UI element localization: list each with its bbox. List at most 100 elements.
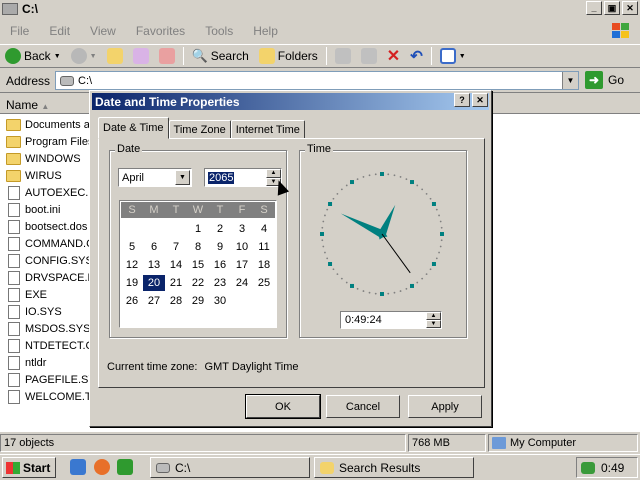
calendar-day[interactable]: 30 bbox=[209, 293, 231, 309]
calendar-day[interactable]: 25 bbox=[253, 275, 275, 291]
calendar-day[interactable]: 9 bbox=[209, 239, 231, 255]
calendar-day[interactable]: 29 bbox=[187, 293, 209, 309]
calendar-day[interactable]: 23 bbox=[209, 275, 231, 291]
calendar-day[interactable]: 11 bbox=[253, 239, 275, 255]
file-list-item[interactable]: NTDETECT.CO bbox=[6, 337, 90, 354]
calendar-day[interactable]: 8 bbox=[187, 239, 209, 255]
calendar-day[interactable]: 19 bbox=[121, 275, 143, 291]
quicklaunch-media-icon[interactable] bbox=[94, 459, 110, 475]
tab-time-zone[interactable]: Time Zone bbox=[168, 120, 231, 139]
calendar-day[interactable]: 28 bbox=[165, 293, 187, 309]
delete-button[interactable]: ✕ bbox=[382, 45, 405, 67]
go-button[interactable]: ➜ Go bbox=[585, 71, 624, 89]
calendar-day[interactable]: 26 bbox=[121, 293, 143, 309]
task-explorer[interactable]: C:\ bbox=[150, 457, 310, 478]
calendar-day[interactable]: 18 bbox=[253, 257, 275, 273]
calendar-day[interactable]: 10 bbox=[231, 239, 253, 255]
toolbar-button-a[interactable] bbox=[128, 45, 154, 67]
task-search-results[interactable]: Search Results bbox=[314, 457, 474, 478]
time-spinner[interactable]: 0:49:24 ▲ ▼ bbox=[340, 311, 442, 329]
file-list-item[interactable]: CONFIG.SYS bbox=[6, 252, 90, 269]
search-icon: 🔍 bbox=[191, 48, 208, 63]
calendar-day[interactable]: 1 bbox=[187, 221, 209, 237]
calendar-day[interactable]: 5 bbox=[121, 239, 143, 255]
quicklaunch-ie-icon[interactable] bbox=[70, 459, 86, 475]
toolbar-button-b[interactable] bbox=[154, 45, 180, 67]
column-header-name[interactable]: Name ▲ bbox=[0, 98, 49, 112]
tab-date-time[interactable]: Date & Time bbox=[98, 117, 169, 139]
apply-button[interactable]: Apply bbox=[408, 395, 482, 418]
calendar-day[interactable]: 12 bbox=[121, 257, 143, 273]
file-list-item[interactable]: IO.SYS bbox=[6, 303, 90, 320]
maximize-button[interactable]: ▣ bbox=[604, 1, 620, 15]
system-tray: 0:49 bbox=[576, 457, 638, 478]
address-input[interactable]: C:\ ▼ bbox=[55, 71, 579, 90]
folders-button[interactable]: Folders bbox=[254, 45, 323, 67]
calendar-day[interactable]: 6 bbox=[143, 239, 165, 255]
copy-to-button[interactable] bbox=[356, 45, 382, 67]
calendar-day[interactable]: 27 bbox=[143, 293, 165, 309]
file-list-item[interactable]: MSDOS.SYS bbox=[6, 320, 90, 337]
file-list-item[interactable]: EXE bbox=[6, 286, 90, 303]
year-up-button[interactable]: ▲ bbox=[266, 169, 281, 178]
menu-help[interactable]: Help bbox=[243, 24, 288, 38]
clock-minute-mark bbox=[435, 208, 438, 211]
start-button[interactable]: Start bbox=[2, 457, 56, 478]
file-list-item[interactable]: WINDOWS bbox=[6, 150, 90, 167]
file-list-item[interactable]: Program Files bbox=[6, 133, 90, 150]
file-list-item[interactable]: PAGEFILE.SYS bbox=[6, 371, 90, 388]
file-list-item[interactable]: AUTOEXEC.BA bbox=[6, 184, 90, 201]
undo-button[interactable]: ↶ bbox=[405, 45, 428, 67]
time-up-button[interactable]: ▲ bbox=[426, 312, 441, 320]
calendar-day[interactable]: 14 bbox=[165, 257, 187, 273]
calendar-day[interactable]: 17 bbox=[231, 257, 253, 273]
file-list-item[interactable]: Documents an bbox=[6, 116, 90, 133]
calendar-day[interactable]: 24 bbox=[231, 275, 253, 291]
menu-view[interactable]: View bbox=[80, 24, 126, 38]
calendar-day[interactable]: 2 bbox=[209, 221, 231, 237]
calendar-day-selected[interactable]: 20 bbox=[143, 275, 165, 291]
month-select[interactable]: April ▼ bbox=[118, 168, 192, 187]
tray-clock[interactable]: 0:49 bbox=[601, 461, 624, 475]
views-button[interactable]: ▼ bbox=[435, 45, 471, 67]
calendar-day[interactable]: 21 bbox=[165, 275, 187, 291]
month-dropdown-icon[interactable]: ▼ bbox=[175, 170, 190, 185]
tab-internet-time[interactable]: Internet Time bbox=[230, 120, 305, 139]
forward-button[interactable]: ▼ bbox=[66, 45, 102, 67]
file-list-item[interactable]: bootsect.dos bbox=[6, 218, 90, 235]
calendar-day[interactable]: 16 bbox=[209, 257, 231, 273]
file-list-item[interactable]: ntldr bbox=[6, 354, 90, 371]
calendar-day[interactable]: 22 bbox=[187, 275, 209, 291]
file-list-item[interactable]: DRVSPACE.BI bbox=[6, 269, 90, 286]
search-button[interactable]: 🔍 Search bbox=[187, 45, 254, 67]
file-list-item[interactable]: WELCOME.TX bbox=[6, 388, 90, 405]
dialog-help-button[interactable]: ? bbox=[454, 93, 470, 107]
close-button[interactable]: ✕ bbox=[622, 1, 638, 15]
cancel-button[interactable]: Cancel bbox=[326, 395, 400, 418]
menu-edit[interactable]: Edit bbox=[39, 24, 80, 38]
ok-button[interactable]: OK bbox=[245, 394, 321, 419]
calendar-day[interactable]: 15 bbox=[187, 257, 209, 273]
menu-tools[interactable]: Tools bbox=[195, 24, 243, 38]
calendar-day[interactable]: 4 bbox=[253, 221, 275, 237]
time-down-button[interactable]: ▼ bbox=[426, 320, 441, 328]
quicklaunch-desktop-icon[interactable] bbox=[117, 459, 133, 475]
calendar-day[interactable]: 7 bbox=[165, 239, 187, 255]
up-folder-button[interactable] bbox=[102, 45, 128, 67]
calendar-day[interactable]: 13 bbox=[143, 257, 165, 273]
calendar-day[interactable]: 3 bbox=[231, 221, 253, 237]
status-bar: 17 objects 768 MB My Computer bbox=[0, 433, 640, 453]
tray-icon[interactable] bbox=[581, 461, 595, 474]
minimize-button[interactable]: _ bbox=[586, 1, 602, 15]
move-to-button[interactable] bbox=[330, 45, 356, 67]
menu-file[interactable]: File bbox=[0, 24, 39, 38]
address-dropdown-button[interactable]: ▼ bbox=[562, 72, 578, 89]
clock-minute-mark bbox=[438, 251, 440, 254]
file-list-item[interactable]: WIRUS bbox=[6, 167, 90, 184]
year-spinner[interactable]: 2065 ▲ ▼ bbox=[204, 168, 282, 187]
menu-favorites[interactable]: Favorites bbox=[126, 24, 195, 38]
dialog-close-button[interactable]: ✕ bbox=[472, 93, 488, 107]
back-button[interactable]: Back ▼ bbox=[0, 45, 66, 67]
file-list-item[interactable]: COMMAND.CO bbox=[6, 235, 90, 252]
file-list-item[interactable]: boot.ini bbox=[6, 201, 90, 218]
